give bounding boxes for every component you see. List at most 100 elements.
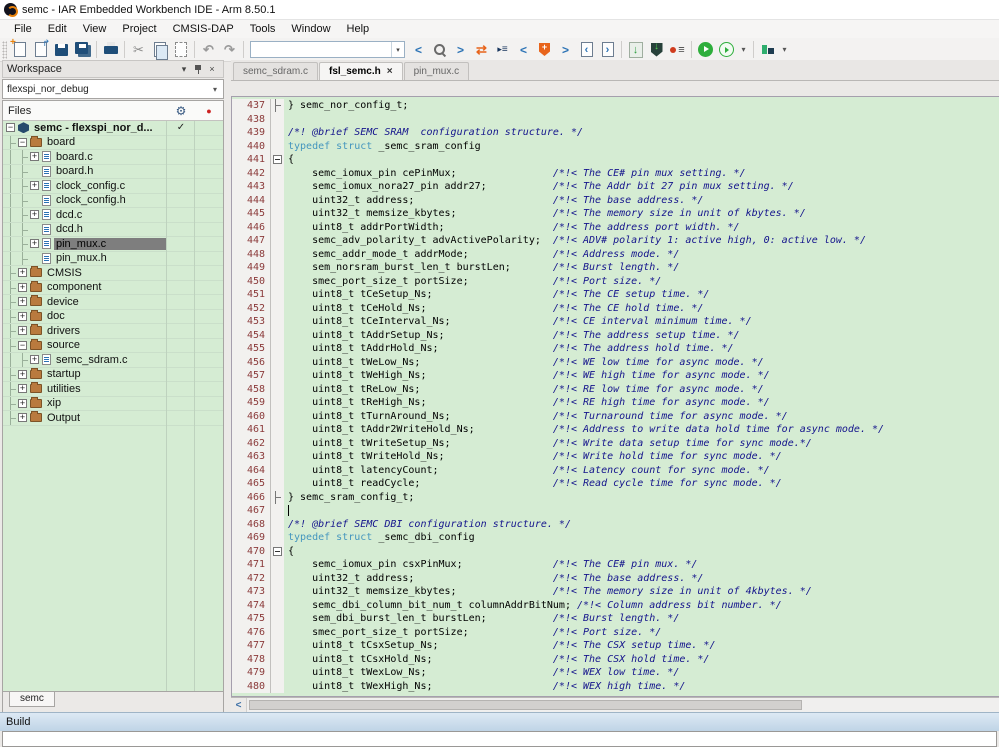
code-line[interactable]: 442 semc_iomux_pin cePinMux; /*!< The CE… (232, 166, 999, 180)
code-line[interactable]: 449 sem_norsram_burst_len_t burstLen; /*… (232, 261, 999, 275)
code-line[interactable]: 443 semc_iomux_nora27_pin addr27; /*!< T… (232, 180, 999, 194)
gear-icon[interactable]: ⚙ (167, 104, 195, 118)
replace-icon[interactable] (472, 40, 491, 59)
download-debug-icon[interactable] (647, 40, 666, 59)
code-line[interactable]: 438 (232, 112, 999, 126)
toolbar-drag-handle[interactable] (2, 40, 7, 59)
code-line[interactable]: 474 semc_dbi_column_bit_num_t columnAddr… (232, 598, 999, 612)
menu-help[interactable]: Help (339, 22, 378, 36)
collapse-icon[interactable]: − (18, 340, 27, 350)
doc-prev-icon[interactable] (577, 40, 596, 59)
tree-item-pin-mux-c[interactable]: + pin_mux.c (3, 237, 223, 252)
tree-item-component[interactable]: + component (3, 280, 223, 295)
tree-item-doc[interactable]: + doc (3, 309, 223, 324)
code-line[interactable]: 479 uint8_t tWexLow_Ns; /*!< WEX low tim… (232, 666, 999, 680)
bookmark-list-icon[interactable] (493, 40, 512, 59)
doc-next-icon[interactable] (598, 40, 617, 59)
tree-item-pin-mux-h[interactable]: pin_mux.h (3, 251, 223, 266)
code-line[interactable]: 470 { (232, 544, 999, 558)
find-prev-icon[interactable] (409, 40, 428, 59)
tree-item-source[interactable]: − source (3, 338, 223, 353)
menu-file[interactable]: File (6, 22, 40, 36)
code-editor[interactable]: 437} semc_nor_config_t; 438 439 /*! @brief … (231, 96, 999, 697)
code-line[interactable]: 480 uint8_t tWexHigh_Ns; /*!< WEX high t… (232, 679, 999, 693)
expand-icon[interactable]: + (30, 355, 39, 365)
tree-item-clock-config-h[interactable]: clock_config.h (3, 193, 223, 208)
code-line[interactable]: 441 { (232, 153, 999, 167)
find-next-icon[interactable] (451, 40, 470, 59)
search-combo[interactable]: ▾ (250, 41, 405, 58)
tree-item-xip[interactable]: + xip (3, 396, 223, 411)
fold-column[interactable] (270, 544, 284, 558)
code-line[interactable]: 473 uint32_t memsize_kbytes; /*!< The me… (232, 585, 999, 599)
tree-item-utilities[interactable]: + utilities (3, 382, 223, 397)
code-line[interactable]: 448 semc_addr_mode_t addrMode; /*!< Addr… (232, 247, 999, 261)
tree-item-semc-sdram-c[interactable]: + semc_sdram.c (3, 353, 223, 368)
code-line[interactable]: 447 semc_adv_polarity_t advActivePolarit… (232, 234, 999, 248)
fold-collapse-icon[interactable] (273, 546, 282, 556)
tree-item-startup[interactable]: + startup (3, 367, 223, 382)
cut-icon[interactable] (129, 40, 148, 59)
tree-item-semc-flexspi-nor-d[interactable]: − semc - flexspi_nor_d... ✓ (3, 121, 223, 136)
tree-item-board[interactable]: − board (3, 135, 223, 150)
expand-icon[interactable]: + (30, 210, 39, 220)
tree-item-dcd-c[interactable]: + dcd.c (3, 208, 223, 223)
code-line[interactable]: 451 uint8_t tCeSetup_Ns; /*!< The CE set… (232, 288, 999, 302)
copy-icon[interactable] (150, 40, 169, 60)
expand-icon[interactable]: + (18, 326, 27, 336)
nav-next-icon[interactable] (556, 40, 575, 59)
expand-icon[interactable]: + (18, 369, 27, 379)
code-line[interactable]: 468 /*! @brief SEMC DBI configuration str… (232, 517, 999, 531)
workspace-pin-icon[interactable] (191, 63, 205, 75)
code-line[interactable]: 437} semc_nor_config_t; (232, 99, 999, 113)
fold-end-icon[interactable] (274, 490, 281, 504)
code-line[interactable]: 460 uint8_t tTurnAround_Ns; /*!< Turnaro… (232, 409, 999, 423)
collapse-icon[interactable]: − (6, 123, 15, 133)
code-line[interactable]: 462 uint8_t tWriteSetup_Ns; /*!< Write d… (232, 436, 999, 450)
search-input[interactable] (251, 43, 391, 56)
menu-window[interactable]: Window (283, 22, 338, 36)
code-line[interactable]: 450 smec_port_size_t portSize; /*!< Port… (232, 274, 999, 288)
tree-item-board-h[interactable]: board.h (3, 164, 223, 179)
menu-tools[interactable]: Tools (242, 22, 284, 36)
code-line[interactable]: 455 uint8_t tAddrHold_Ns; /*!< The addre… (232, 342, 999, 356)
run-alt-icon[interactable] (717, 40, 736, 59)
workspace-close-icon[interactable]: × (205, 64, 219, 74)
tree-item-output[interactable]: + Output (3, 411, 223, 426)
fold-column[interactable] (270, 490, 284, 504)
code-line[interactable]: 459 uint8_t tReHigh_Ns; /*!< RE high tim… (232, 396, 999, 410)
scroll-left-arrow-icon[interactable]: < (231, 698, 247, 712)
code-line[interactable]: 461 uint8_t tAddr2WriteHold_Ns; /*!< Add… (232, 423, 999, 437)
fold-collapse-icon[interactable] (273, 155, 282, 165)
print-icon[interactable] (101, 40, 120, 59)
nav-prev-icon[interactable] (514, 40, 533, 59)
code-line[interactable]: 454 uint8_t tAddrSetup_Ns; /*!< The addr… (232, 328, 999, 342)
collapse-icon[interactable]: − (18, 137, 27, 147)
close-icon[interactable]: × (387, 66, 393, 77)
fold-column[interactable] (270, 99, 284, 113)
tree-item-dcd-h[interactable]: dcd.h (3, 222, 223, 237)
editor-tab-pin-mux-c[interactable]: pin_mux.c (403, 62, 470, 80)
workspace-menu-icon[interactable]: ▾ (177, 64, 191, 75)
new-doc-icon[interactable] (10, 37, 29, 59)
expand-icon[interactable]: + (18, 268, 27, 278)
workspace-tab-semc[interactable]: semc (9, 692, 55, 707)
code-line[interactable]: 471 semc_iomux_pin csxPinMux; /*!< The C… (232, 558, 999, 572)
code-line[interactable]: 453 uint8_t tCeInterval_Ns; /*!< CE inte… (232, 315, 999, 329)
menu-project[interactable]: Project (114, 22, 164, 36)
code-line[interactable]: 458 uint8_t tReLow_Ns; /*!< RE low time … (232, 382, 999, 396)
tree-item-device[interactable]: + device (3, 295, 223, 310)
tree-item-cmsis[interactable]: + CMSIS (3, 266, 223, 281)
panel-splitter[interactable] (224, 60, 231, 712)
save-icon[interactable] (52, 40, 71, 59)
dropdown-icon[interactable] (779, 40, 790, 59)
code-line[interactable]: 476 smec_port_size_t portSize; /*!< Port… (232, 625, 999, 639)
download-icon[interactable] (626, 40, 645, 59)
code-line[interactable]: 469 typedef struct _semc_dbi_config (232, 531, 999, 545)
code-line[interactable]: 463 uint8_t tWriteHold_Ns; /*!< Write ho… (232, 450, 999, 464)
tree-item-board-c[interactable]: + board.c (3, 150, 223, 165)
dropdown-icon[interactable] (738, 40, 749, 59)
open-doc-icon[interactable] (31, 38, 50, 59)
code-line[interactable]: 475 sem_dbi_burst_len_t burstLen; /*!< B… (232, 612, 999, 626)
tree-item-drivers[interactable]: + drivers (3, 324, 223, 339)
